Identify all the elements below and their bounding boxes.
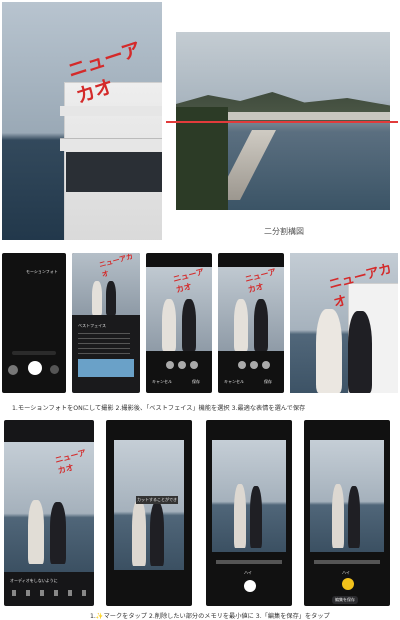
hotel-photo-top: ニューアカオ xyxy=(2,2,162,240)
trim-screen: カットすることができ xyxy=(106,420,192,606)
face-option[interactable] xyxy=(238,361,246,369)
face-option[interactable] xyxy=(166,361,174,369)
memory-slider[interactable] xyxy=(216,560,282,564)
person-left xyxy=(28,500,44,564)
cancel-button[interactable]: キャンセル xyxy=(224,379,244,385)
person-left xyxy=(162,299,176,351)
person-right xyxy=(254,299,268,351)
gallery-screen: ニューアカオ ベストフェイス xyxy=(72,253,140,393)
photo-area xyxy=(212,440,286,552)
memory-slider[interactable] xyxy=(314,560,380,564)
edit-icons-bar[interactable] xyxy=(12,590,86,596)
face-option[interactable] xyxy=(250,361,258,369)
camera-screen: モーションフォト xyxy=(2,253,66,393)
edit-toggle-button[interactable] xyxy=(244,580,256,592)
composition-caption: 二分割構図 xyxy=(264,227,304,236)
person-right xyxy=(106,281,116,315)
camera-header: モーションフォト xyxy=(26,269,58,274)
face-option[interactable] xyxy=(190,361,198,369)
hotel-balcony-rail xyxy=(60,138,162,151)
face-option[interactable] xyxy=(262,361,270,369)
row1-caption: 1.モーションフォトをONにして撮影 2.撮影後、「ベストフェイス」機能を選択 … xyxy=(12,405,306,412)
editor-bottom-label: オーディオをしないように xyxy=(10,578,58,583)
person-right xyxy=(150,502,164,566)
save-edit-button[interactable]: 編集を保存 xyxy=(332,596,358,604)
person-left xyxy=(92,281,102,315)
best-face-screen-2: ニューアカオ キャンセル 保存 xyxy=(218,253,284,393)
save-edit-screen: ハイ 編集を保存 xyxy=(304,420,390,606)
save-button[interactable]: 保存 xyxy=(192,379,200,385)
memory-screen: ハイ xyxy=(206,420,292,606)
horizon-line xyxy=(166,121,398,123)
map-thumb xyxy=(78,359,134,377)
person-left xyxy=(316,309,342,393)
best-face-title[interactable]: ベストフェイス xyxy=(78,323,106,329)
person-right xyxy=(182,299,196,351)
city-strip xyxy=(216,112,390,120)
info-lines xyxy=(78,333,130,355)
switch-camera-icon[interactable] xyxy=(50,365,59,374)
person-right xyxy=(348,486,360,548)
photo-area xyxy=(310,440,384,552)
gallery-thumb[interactable] xyxy=(8,365,18,375)
save-button[interactable]: 保存 xyxy=(264,379,272,385)
person-left xyxy=(132,500,146,566)
person-right xyxy=(348,311,372,393)
shutter-button[interactable] xyxy=(28,361,42,375)
memory-label: ハイ xyxy=(342,570,350,575)
cancel-button[interactable]: キャンセル xyxy=(152,379,172,385)
edit-toggle-button[interactable] xyxy=(342,578,354,590)
editor-screen: ニューアカオ オーディオをしないように xyxy=(4,420,94,606)
person-right xyxy=(50,502,66,564)
best-face-screen-1: ニューアカオ キャンセル 保存 xyxy=(146,253,212,393)
photo-area xyxy=(114,440,184,570)
hotel-balcony-dark xyxy=(66,152,162,192)
person-left xyxy=(234,484,246,548)
face-option[interactable] xyxy=(178,361,186,369)
trim-label: カットすることができ xyxy=(136,496,178,504)
person-right xyxy=(250,486,262,548)
memory-label: ハイ xyxy=(244,570,252,575)
result-photo: ニューアカオ xyxy=(290,253,398,393)
row2-caption: 1.✨マークをタップ 2.削除したい部分のメモリを最小値に 3.「編集を保存」を… xyxy=(90,613,330,620)
person-left xyxy=(234,299,248,351)
person-left xyxy=(332,484,344,548)
hotel-balcony-rail xyxy=(60,106,162,116)
camera-mode-bar xyxy=(12,351,56,355)
